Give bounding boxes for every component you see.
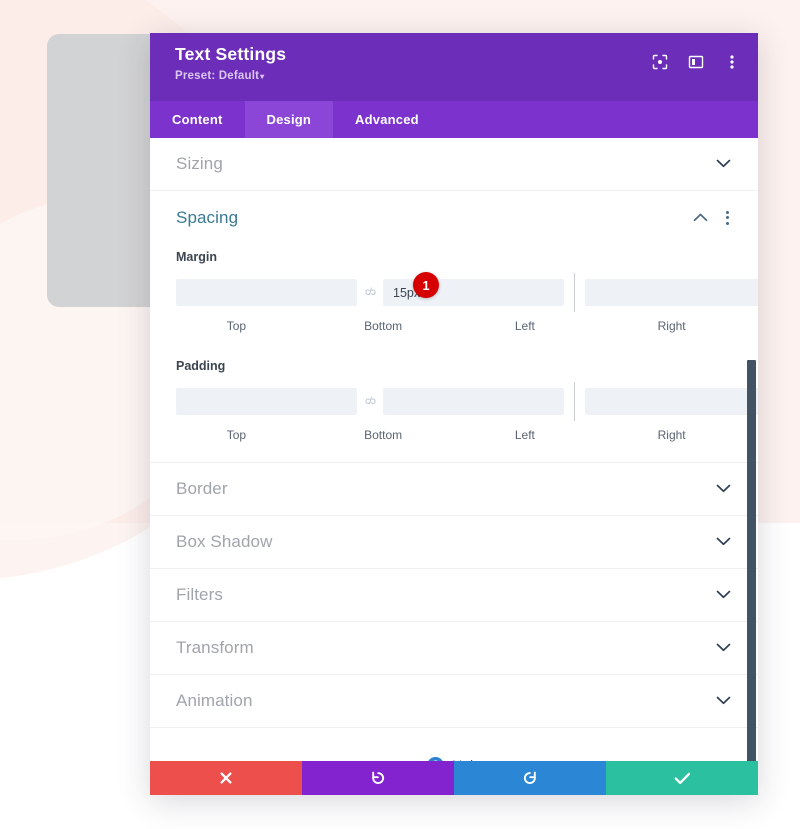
- padding-labels-row: Top Bottom Left Right: [176, 428, 732, 442]
- chevron-down-icon: [716, 586, 731, 604]
- padding-right-label: Right: [657, 428, 686, 442]
- padding-top-label: Top: [226, 428, 247, 442]
- padding-top-input[interactable]: [176, 388, 357, 415]
- padding-top-bottom-pair: c/ɔ: [176, 388, 564, 415]
- tab-advanced[interactable]: Advanced: [333, 101, 441, 138]
- margin-right-label: Right: [657, 319, 686, 333]
- chevron-up-icon[interactable]: [693, 209, 708, 227]
- padding-bottom-input[interactable]: [383, 388, 564, 415]
- margin-left-right-pair: c/ɔ: [585, 279, 758, 306]
- chevron-down-icon: [716, 533, 731, 551]
- section-filters[interactable]: Filters: [150, 569, 758, 622]
- more-options-icon[interactable]: [723, 53, 741, 71]
- section-transform[interactable]: Transform: [150, 622, 758, 675]
- section-spacing: Spacing Margin c/ɔ 15px 1 Top Bottom Lef…: [150, 191, 758, 463]
- padding-left-label: Left: [514, 428, 535, 442]
- margin-field-group: Margin c/ɔ c/ɔ 1: [150, 250, 758, 353]
- margin-inputs-row: c/ɔ c/ɔ 1: [176, 272, 758, 312]
- margin-bottom-label: Bottom: [364, 319, 403, 333]
- modal-tabs: Content Design Advanced: [150, 101, 758, 138]
- section-spacing-header[interactable]: Spacing: [150, 191, 758, 244]
- margin-labels-row: Top Bottom Left Right: [176, 319, 732, 333]
- chevron-down-icon: ▾: [260, 72, 265, 81]
- tab-design[interactable]: Design: [244, 101, 334, 138]
- check-icon: [674, 772, 691, 785]
- undo-button[interactable]: [302, 761, 454, 795]
- layout-panel-icon[interactable]: [687, 53, 705, 71]
- link-toggle-icon[interactable]: c/ɔ: [357, 287, 383, 298]
- section-spacing-actions: [693, 209, 733, 227]
- page-root: 01 Yo go Text Settings Preset: Default▾: [0, 0, 800, 829]
- modal-scrollbar[interactable]: [747, 360, 756, 761]
- section-border-label: Border: [176, 479, 228, 498]
- margin-top-input[interactable]: [176, 279, 357, 306]
- padding-left-right-pair: c/ɔ: [585, 388, 758, 415]
- field-divider: [574, 382, 575, 421]
- section-transform-label: Transform: [176, 638, 254, 657]
- padding-inputs-row: c/ɔ c/ɔ: [176, 382, 758, 421]
- section-box-shadow-label: Box Shadow: [176, 532, 273, 551]
- preset-label: Preset: Default: [175, 70, 260, 82]
- section-box-shadow[interactable]: Box Shadow: [150, 516, 758, 569]
- chevron-down-icon: [716, 480, 731, 498]
- step-badge: 1: [413, 272, 439, 298]
- section-border[interactable]: Border: [150, 463, 758, 516]
- header-icon-group: [651, 53, 741, 71]
- section-animation-label: Animation: [176, 691, 253, 710]
- chevron-down-icon: [716, 155, 731, 173]
- section-spacing-label: Spacing: [176, 207, 239, 227]
- margin-left-label: Left: [514, 319, 535, 333]
- margin-label: Margin: [176, 250, 217, 264]
- save-button[interactable]: [606, 761, 758, 795]
- margin-top-bottom-pair: c/ɔ: [176, 279, 564, 306]
- chevron-down-icon: [716, 639, 731, 657]
- padding-field-group: Padding c/ɔ c/ɔ: [150, 359, 758, 462]
- margin-top-label: Top: [226, 319, 247, 333]
- chevron-down-icon: [716, 692, 731, 710]
- section-sizing-label: Sizing: [176, 154, 223, 173]
- section-sizing[interactable]: Sizing: [150, 138, 758, 191]
- padding-label: Padding: [176, 359, 226, 373]
- redo-button[interactable]: [454, 761, 606, 795]
- cancel-button[interactable]: [150, 761, 302, 795]
- focus-icon[interactable]: [651, 53, 669, 71]
- margin-bottom-input[interactable]: [383, 279, 564, 306]
- field-divider: [574, 273, 575, 312]
- section-filters-label: Filters: [176, 585, 223, 604]
- modal-body: Sizing Spacing Margin c/ɔ 15px 1 Top Bot…: [150, 138, 758, 761]
- close-icon: [219, 771, 233, 785]
- padding-bottom-label: Bottom: [364, 428, 403, 442]
- tab-content[interactable]: Content: [150, 101, 245, 138]
- help-icon: ?: [427, 756, 445, 761]
- link-toggle-icon[interactable]: c/ɔ: [357, 396, 383, 407]
- text-settings-modal: Text Settings Preset: Default▾ Content D…: [150, 33, 758, 795]
- help-label: Help: [452, 757, 481, 761]
- undo-icon: [370, 770, 386, 786]
- section-options-icon[interactable]: [722, 209, 733, 227]
- preset-selector[interactable]: Preset: Default▾: [175, 70, 740, 82]
- section-animation[interactable]: Animation: [150, 675, 758, 728]
- margin-left-input[interactable]: [585, 279, 758, 306]
- help-row[interactable]: ? Help: [150, 728, 758, 761]
- padding-left-input[interactable]: [585, 388, 758, 415]
- modal-header: Text Settings Preset: Default▾: [150, 33, 758, 101]
- modal-footer: [150, 761, 758, 795]
- redo-icon: [522, 770, 538, 786]
